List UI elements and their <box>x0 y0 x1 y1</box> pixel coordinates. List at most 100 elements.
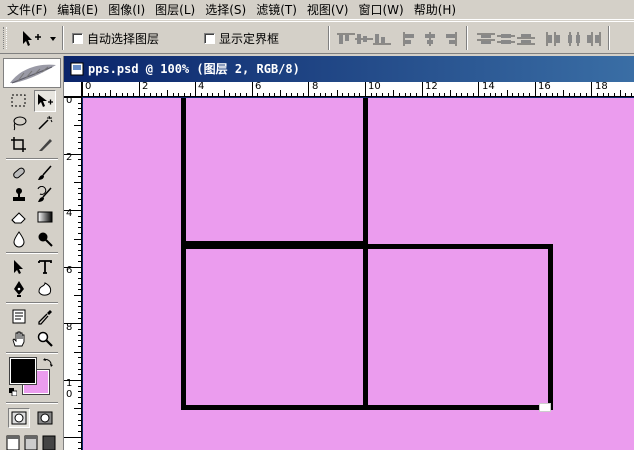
menu-window[interactable]: 窗口(W) <box>353 0 408 20</box>
path-select-tool[interactable] <box>8 256 30 278</box>
screen-mode-standard-button[interactable] <box>6 434 20 450</box>
eyedropper-tool[interactable] <box>34 306 56 328</box>
toolbox <box>0 56 64 450</box>
toolbox-separator <box>6 252 58 254</box>
ruler-origin[interactable] <box>64 82 82 97</box>
distribute-top-icon[interactable] <box>476 31 496 47</box>
blur-tool[interactable] <box>8 228 30 250</box>
align-top-icon[interactable] <box>336 31 356 47</box>
foreground-color-swatch[interactable] <box>9 357 37 385</box>
distribute-left-icon[interactable] <box>544 31 564 47</box>
move-tool[interactable] <box>34 90 56 112</box>
brush-tool[interactable] <box>34 162 56 184</box>
align-right-icon[interactable] <box>440 31 460 47</box>
ruler-h-label: 14 <box>482 82 495 92</box>
gradient-icon <box>37 211 53 223</box>
quick-mask-mode-button[interactable] <box>34 408 56 428</box>
grid-line-lower <box>181 405 553 410</box>
brush-icon <box>38 165 52 180</box>
align-bottom-icon[interactable] <box>372 31 392 47</box>
ruler-v-label: 6 <box>66 265 73 276</box>
crop-icon <box>11 137 26 152</box>
feather-logo-icon <box>10 64 56 84</box>
document-canvas[interactable] <box>83 98 634 450</box>
auto-select-layer-label: 自动选择图层 <box>87 31 160 46</box>
grid-line-right <box>548 244 553 410</box>
magic-wand-tool[interactable] <box>34 112 56 134</box>
eraser-icon <box>11 212 26 224</box>
checkbox-box[interactable] <box>72 32 83 44</box>
align-left-icon[interactable] <box>400 31 420 47</box>
ruler-h-label: 16 <box>538 82 551 92</box>
clone-stamp-tool[interactable] <box>8 184 30 206</box>
gradient-tool[interactable] <box>34 206 56 228</box>
tool-preset-picker[interactable] <box>20 29 56 49</box>
options-separator <box>328 26 330 50</box>
marquee-icon <box>11 94 26 107</box>
screen-mode-icon <box>6 435 20 450</box>
clone-stamp-icon <box>13 188 25 201</box>
distribute-right-icon[interactable] <box>584 31 604 47</box>
ruler-h-label: 12 <box>425 82 438 92</box>
ruler-v-label: 8 <box>66 322 73 333</box>
marquee-tool[interactable] <box>8 90 30 112</box>
options-bar: 自动选择图层 显示定界框 <box>0 21 634 54</box>
standard-mode-button[interactable] <box>8 408 30 428</box>
ruler-v-label: 4 <box>66 208 73 219</box>
toolbox-logo[interactable] <box>3 58 61 88</box>
align-horizontal-center-icon[interactable] <box>420 31 440 47</box>
zoom-icon <box>37 331 53 347</box>
magic-wand-icon <box>38 115 53 130</box>
dodge-tool[interactable] <box>34 228 56 250</box>
menu-filter[interactable]: 滤镜(T) <box>251 0 302 20</box>
custom-shape-tool[interactable] <box>34 278 56 300</box>
ruler-h-label: 2 <box>142 82 149 92</box>
screen-mode-full-button[interactable] <box>42 434 56 450</box>
menu-view[interactable]: 视图(V) <box>302 0 354 20</box>
options-grip[interactable] <box>3 27 7 49</box>
menu-layer[interactable]: 图层(L) <box>150 0 200 20</box>
healing-brush-tool[interactable] <box>8 162 30 184</box>
pen-icon <box>14 281 24 297</box>
swap-colors-icon[interactable] <box>42 356 54 368</box>
menu-help[interactable]: 帮助(H) <box>409 0 461 20</box>
ruler-h-label: 0 <box>85 82 92 92</box>
notes-tool[interactable] <box>8 306 30 328</box>
distribute-horizontal-center-icon[interactable] <box>564 31 584 47</box>
eraser-tool[interactable] <box>8 206 30 228</box>
show-bounding-box-checkbox[interactable]: 显示定界框 <box>204 31 279 46</box>
align-vertical-center-icon[interactable] <box>354 31 374 47</box>
checkbox-box[interactable] <box>204 32 215 44</box>
zoom-tool[interactable] <box>34 328 56 350</box>
screen-mode-menu-button[interactable] <box>24 434 38 450</box>
document-title-bar[interactable]: pps.psd @ 100% (图层 2, RGB/8) <box>64 56 634 82</box>
horizontal-ruler[interactable]: 0 2 4 6 8 10 12 14 16 18 <box>82 82 634 97</box>
ruler-h-label: 18 <box>595 82 608 92</box>
menu-edit[interactable]: 编辑(E) <box>52 0 103 20</box>
menu-select[interactable]: 选择(S) <box>200 0 251 20</box>
vertical-ruler[interactable]: 0 2 4 6 8 1 0 <box>64 97 82 450</box>
history-brush-tool[interactable] <box>34 184 56 206</box>
lasso-tool[interactable] <box>8 112 30 134</box>
type-tool[interactable] <box>34 256 56 278</box>
distribute-vertical-center-icon[interactable] <box>496 31 516 47</box>
auto-select-layer-checkbox[interactable]: 自动选择图层 <box>72 31 160 46</box>
menu-file[interactable]: 文件(F) <box>2 0 52 20</box>
distribute-bottom-icon[interactable] <box>516 31 536 47</box>
crop-tool[interactable] <box>8 134 30 156</box>
ruler-h-label: 10 <box>368 82 381 92</box>
menu-image[interactable]: 图像(I) <box>103 0 150 20</box>
toolbox-separator <box>6 402 58 404</box>
bounding-box-handle[interactable] <box>539 403 551 412</box>
ruler-h-label: 8 <box>312 82 319 92</box>
menu-bar: 文件(F) 编辑(E) 图像(I) 图层(L) 选择(S) 滤镜(T) 视图(V… <box>0 0 634 20</box>
grid-line-mid-bottom <box>363 244 368 410</box>
options-separator <box>62 26 64 50</box>
chevron-down-icon <box>50 37 56 41</box>
hand-tool[interactable] <box>8 328 30 350</box>
ruler-v-label: 1 <box>66 378 73 389</box>
pen-tool[interactable] <box>8 278 30 300</box>
default-colors-icon[interactable] <box>9 388 17 396</box>
slice-tool[interactable] <box>34 134 56 156</box>
ruler-v-label: 2 <box>66 152 73 163</box>
